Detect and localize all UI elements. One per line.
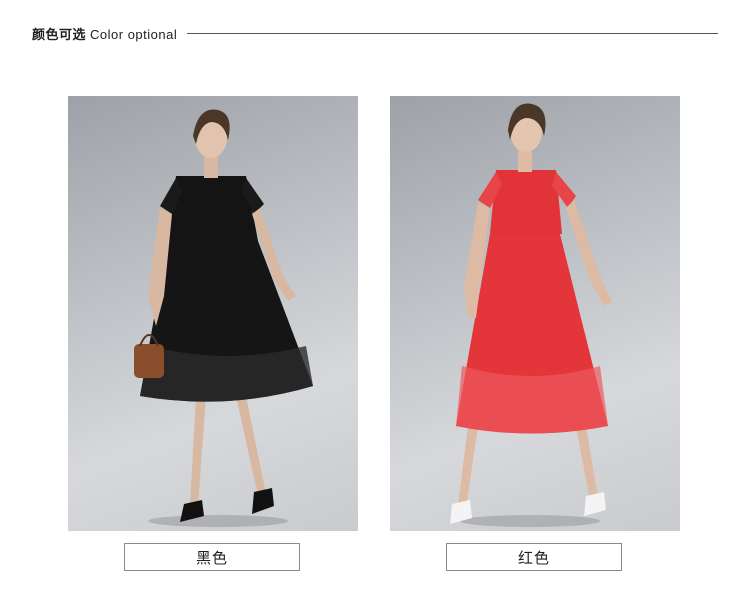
color-label-black-text: 黑色 — [195, 548, 228, 567]
section-title: 颜色可选 Color optional — [32, 24, 177, 43]
header-divider — [187, 32, 718, 34]
product-photo-red[interactable] — [390, 96, 680, 531]
color-label-red-text: 红色 — [517, 548, 550, 567]
model-black-dress-illustration — [134, 109, 313, 527]
product-photo-black[interactable] — [68, 96, 358, 531]
section-title-en: Color optional — [90, 26, 178, 42]
color-label-red[interactable]: 红色 — [446, 543, 622, 571]
section-header: 颜色可选 Color optional — [32, 22, 718, 44]
section-title-cn: 颜色可选 — [32, 27, 87, 43]
model-red-dress-illustration — [450, 103, 612, 527]
color-label-black[interactable]: 黑色 — [124, 543, 300, 571]
